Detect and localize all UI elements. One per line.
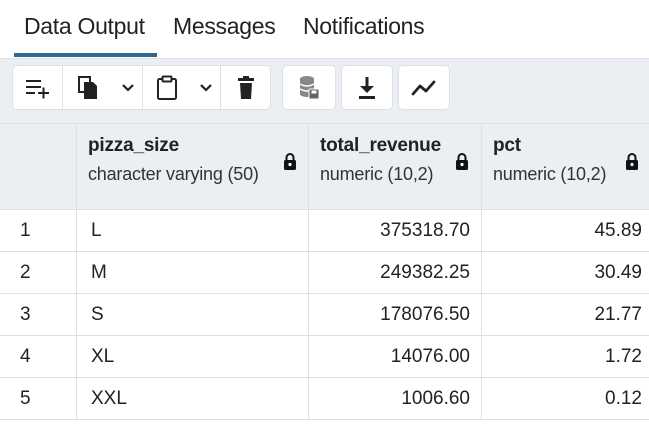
column-header-total-revenue[interactable]: total_revenue numeric (10,2) xyxy=(309,124,482,209)
column-name: pct xyxy=(493,135,521,156)
cell-total-revenue[interactable]: 249382.25 xyxy=(309,252,482,293)
table-row[interactable]: 1 L 375318.70 45.89 xyxy=(0,210,649,252)
row-number-header[interactable] xyxy=(0,124,77,209)
column-name: total_revenue xyxy=(320,135,441,156)
data-output-toolbar xyxy=(0,58,649,124)
tab-messages[interactable]: Messages xyxy=(173,13,276,47)
column-header-pct[interactable]: pct numeric (10,2) xyxy=(482,124,649,209)
paste-button[interactable] xyxy=(143,66,191,109)
cell-total-revenue[interactable]: 1006.60 xyxy=(309,378,482,419)
data-grid: pizza_size character varying (50) total_… xyxy=(0,124,649,420)
active-tab-indicator xyxy=(14,53,157,57)
copy-options-dropdown[interactable] xyxy=(113,66,143,109)
table-row[interactable]: 2 M 249382.25 30.49 xyxy=(0,252,649,294)
column-type: character varying (50) xyxy=(88,164,259,184)
column-name: pizza_size xyxy=(88,135,179,156)
graph-button-group xyxy=(398,65,450,110)
copy-icon xyxy=(77,75,99,101)
cell-pct[interactable]: 21.77 xyxy=(482,294,649,335)
table-row[interactable]: 4 XL 14076.00 1.72 xyxy=(0,336,649,378)
graph-visualiser-button[interactable] xyxy=(399,66,449,109)
cell-total-revenue[interactable]: 178076.50 xyxy=(309,294,482,335)
add-row-icon xyxy=(25,77,51,99)
column-type: numeric (10,2) xyxy=(493,164,607,184)
table-row[interactable]: 5 XXL 1006.60 0.12 xyxy=(0,378,649,420)
query-results-panel: Data Output Messages Notifications pizza… xyxy=(0,0,649,426)
save-button-group xyxy=(282,65,336,110)
table-row[interactable]: 3 S 178076.50 21.77 xyxy=(0,294,649,336)
cell-total-revenue[interactable]: 14076.00 xyxy=(309,336,482,377)
cell-pizza-size[interactable]: XXL xyxy=(77,378,309,419)
cell-pizza-size[interactable]: L xyxy=(77,210,309,251)
cell-pct[interactable]: 0.12 xyxy=(482,378,649,419)
download-button[interactable] xyxy=(342,66,392,109)
lock-icon xyxy=(455,152,469,176)
save-data-button[interactable] xyxy=(283,66,335,109)
cell-total-revenue[interactable]: 375318.70 xyxy=(309,210,482,251)
row-number[interactable]: 1 xyxy=(0,210,77,251)
row-number[interactable]: 2 xyxy=(0,252,77,293)
row-number[interactable]: 3 xyxy=(0,294,77,335)
paste-icon xyxy=(156,75,178,101)
paste-options-dropdown[interactable] xyxy=(191,66,221,109)
graph-icon xyxy=(411,78,437,98)
grid-header-row: pizza_size character varying (50) total_… xyxy=(0,124,649,210)
download-icon xyxy=(357,76,377,100)
copy-button[interactable] xyxy=(63,66,113,109)
cell-pct[interactable]: 30.49 xyxy=(482,252,649,293)
save-data-icon xyxy=(298,75,320,101)
column-type: numeric (10,2) xyxy=(320,164,434,184)
edit-button-group xyxy=(12,65,271,110)
lock-icon xyxy=(625,152,639,176)
add-row-button[interactable] xyxy=(13,66,63,109)
cell-pizza-size[interactable]: M xyxy=(77,252,309,293)
results-tab-bar: Data Output Messages Notifications xyxy=(0,0,649,58)
cell-pct[interactable]: 1.72 xyxy=(482,336,649,377)
row-number[interactable]: 5 xyxy=(0,378,77,419)
cell-pizza-size[interactable]: S xyxy=(77,294,309,335)
tab-notifications[interactable]: Notifications xyxy=(303,13,425,47)
chevron-down-icon xyxy=(199,83,213,93)
delete-icon xyxy=(237,75,255,100)
lock-icon xyxy=(283,152,297,176)
download-button-group xyxy=(341,65,393,110)
tab-data-output[interactable]: Data Output xyxy=(24,13,145,47)
chevron-down-icon xyxy=(121,83,135,93)
cell-pct[interactable]: 45.89 xyxy=(482,210,649,251)
cell-pizza-size[interactable]: XL xyxy=(77,336,309,377)
column-header-pizza-size[interactable]: pizza_size character varying (50) xyxy=(77,124,309,209)
delete-button[interactable] xyxy=(221,66,270,109)
row-number[interactable]: 4 xyxy=(0,336,77,377)
